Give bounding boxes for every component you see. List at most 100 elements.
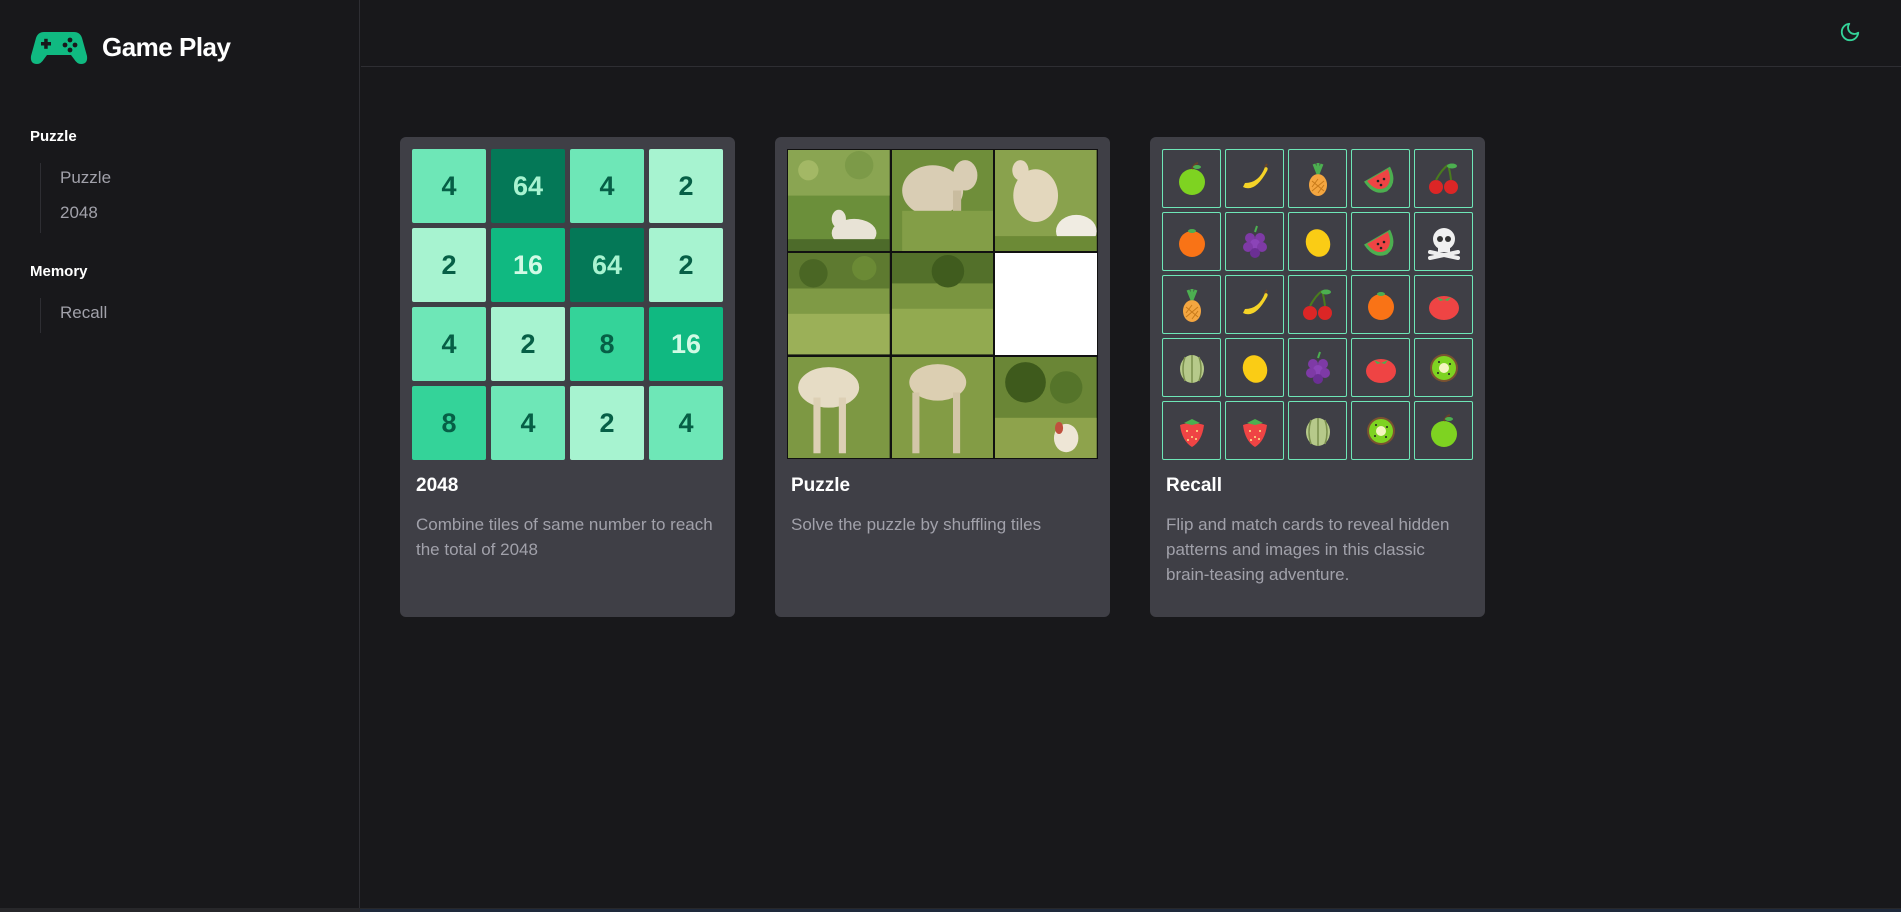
memory-card (1162, 338, 1221, 397)
tile-2048: 16 (491, 228, 565, 302)
gamepad-icon (30, 32, 88, 64)
tile-2048: 2 (649, 149, 723, 223)
banana-icon (1242, 162, 1268, 188)
grapes-icon (1242, 225, 1267, 258)
cherries-icon (1302, 289, 1332, 320)
memory-card (1351, 401, 1410, 460)
game-card-2048[interactable]: 4 64 4 2 2 16 64 2 4 2 8 16 8 4 2 4 2048 Combine tiles … (400, 137, 735, 617)
memory-card (1225, 212, 1284, 271)
memory-card (1351, 212, 1410, 271)
tile-2048: 2 (491, 307, 565, 381)
puzzle-tile (788, 356, 890, 458)
tile-2048: 64 (570, 228, 644, 302)
sidebar: Game Play Puzzle Puzzle 2048 Memory Reca… (0, 0, 360, 908)
recall-preview (1162, 149, 1473, 460)
nav-group-title: Puzzle (30, 128, 77, 145)
melon-icon (1305, 417, 1330, 446)
game-2048-board: 4 64 4 2 2 16 64 2 4 2 8 16 8 4 2 4 (412, 149, 723, 460)
lemon-icon (1242, 354, 1267, 383)
moon-icon[interactable] (1839, 21, 1861, 43)
skull-crossbones-icon (1427, 227, 1460, 260)
game-card-recall[interactable]: Recall Flip and match cards to reveal hi… (1150, 137, 1485, 617)
puzzle-tile (788, 253, 890, 355)
memory-card (1162, 212, 1221, 271)
tomato-icon (1428, 295, 1459, 320)
memory-card (1414, 212, 1473, 271)
memory-card (1162, 275, 1221, 334)
memory-card (1351, 149, 1410, 208)
sidebar-item-recall[interactable]: Recall (60, 298, 107, 333)
pineapple-icon (1308, 162, 1327, 196)
memory-card (1288, 149, 1347, 208)
melon-icon (1179, 354, 1204, 383)
watermelon-icon (1363, 229, 1393, 256)
puzzle-preview (787, 149, 1098, 459)
memory-card (1351, 275, 1410, 334)
puzzle-tile (995, 150, 1097, 252)
nav-group-memory: Memory Recall (30, 263, 107, 333)
nav-group-title: Memory (30, 263, 88, 280)
puzzle-tile (891, 356, 994, 458)
tile-2048: 64 (491, 149, 565, 223)
tile-2048: 4 (412, 149, 486, 223)
puzzle-empty-tile (995, 253, 1097, 355)
lemon-icon (1305, 228, 1330, 257)
memory-card (1162, 149, 1221, 208)
green-apple-icon (1178, 161, 1205, 195)
memory-card (1225, 275, 1284, 334)
puzzle-tile (891, 150, 994, 252)
card-description: Combine tiles of same number to reach th… (416, 515, 713, 559)
kiwi-icon (1366, 416, 1395, 445)
memory-card (1288, 212, 1347, 271)
tile-2048: 4 (649, 386, 723, 460)
card-title: Puzzle (791, 475, 851, 496)
card-title: Recall (1166, 475, 1222, 496)
tile-2048: 8 (412, 386, 486, 460)
orange-icon (1178, 228, 1205, 257)
tile-2048: 4 (412, 307, 486, 381)
tile-2048: 16 (649, 307, 723, 381)
tile-2048: 2 (412, 228, 486, 302)
memory-card (1162, 401, 1221, 460)
memory-card (1225, 149, 1284, 208)
pineapple-icon (1182, 288, 1201, 322)
memory-card (1414, 275, 1473, 334)
cherries-icon (1428, 163, 1458, 194)
memory-card (1414, 401, 1473, 460)
grapes-icon (1305, 351, 1330, 384)
card-description: Solve the puzzle by shuffling tiles (791, 515, 1042, 534)
bottom-edge (0, 908, 1901, 912)
memory-card (1288, 401, 1347, 460)
memory-card (1288, 338, 1347, 397)
kiwi-icon (1429, 353, 1458, 382)
tile-2048: 4 (491, 386, 565, 460)
memory-card (1225, 401, 1284, 460)
strawberry-icon (1242, 418, 1267, 447)
puzzle-tile (995, 356, 1097, 458)
tile-2048: 2 (570, 386, 644, 460)
tile-2048: 2 (649, 228, 723, 302)
card-title: 2048 (416, 475, 459, 496)
banana-icon (1242, 288, 1268, 314)
tile-2048: 8 (570, 307, 644, 381)
green-apple-icon (1430, 413, 1457, 447)
memory-card (1225, 338, 1284, 397)
topbar (361, 0, 1901, 67)
sidebar-item-2048[interactable]: 2048 (60, 198, 111, 233)
puzzle-tile (891, 253, 994, 355)
memory-card (1351, 338, 1410, 397)
orange-icon (1367, 291, 1394, 320)
brand[interactable]: Game Play (30, 28, 231, 66)
memory-card (1414, 338, 1473, 397)
game-card-puzzle[interactable]: Puzzle Solve the puzzle by shuffling til… (775, 137, 1110, 617)
watermelon-icon (1363, 166, 1393, 193)
sidebar-item-puzzle[interactable]: Puzzle (60, 163, 111, 198)
strawberry-icon (1179, 418, 1204, 447)
tile-2048: 4 (570, 149, 644, 223)
memory-card (1288, 275, 1347, 334)
app-title: Game Play (102, 31, 231, 62)
puzzle-tile (788, 150, 890, 252)
nav-group-puzzle: Puzzle Puzzle 2048 (30, 128, 111, 233)
tomato-icon (1365, 358, 1396, 383)
memory-card (1414, 149, 1473, 208)
